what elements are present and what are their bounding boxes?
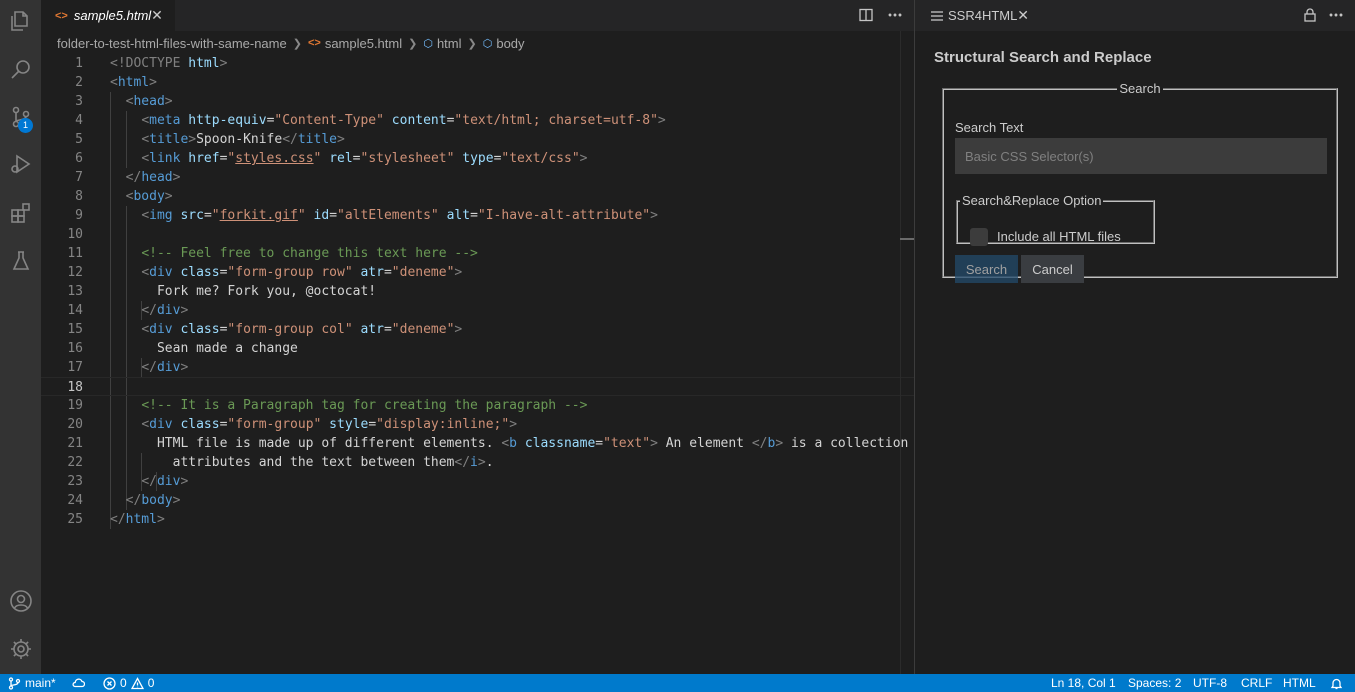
sync-status[interactable] bbox=[72, 674, 89, 692]
breadcrumb-separator-icon: ❯ bbox=[467, 37, 477, 50]
extensions-icon[interactable] bbox=[0, 192, 41, 233]
encoding-status[interactable]: UTF-8 bbox=[1193, 674, 1227, 692]
testing-flask-icon[interactable] bbox=[0, 240, 41, 281]
run-debug-icon[interactable] bbox=[0, 143, 41, 184]
breadcrumb-file-label: sample5.html bbox=[324, 35, 403, 51]
cursor-position[interactable]: Ln 18, Col 1 bbox=[1051, 674, 1116, 692]
code-line: 13 Fork me? Fork you, @octocat! bbox=[67, 284, 377, 299]
indentation-status[interactable]: Spaces: 2 bbox=[1128, 674, 1181, 692]
element-cube-icon: ⬡ bbox=[423, 37, 433, 50]
search-legend: Search bbox=[1119, 81, 1161, 96]
eol-status[interactable]: CRLF bbox=[1241, 674, 1272, 692]
notifications-bell-icon[interactable] bbox=[1330, 674, 1347, 692]
breadcrumb-body[interactable]: ⬡ body bbox=[483, 36, 525, 51]
error-icon bbox=[103, 676, 116, 690]
code-line: 10 bbox=[67, 227, 83, 242]
code-line: 14 </div> bbox=[67, 303, 189, 318]
panel-title: Structural Search and Replace bbox=[934, 49, 1152, 66]
activity-bar: 1 bbox=[0, 0, 41, 674]
code-line: 16 Sean made a change bbox=[67, 341, 298, 356]
search-input[interactable] bbox=[955, 138, 1327, 174]
code-line: 7 </head> bbox=[75, 170, 181, 185]
code-line: 21 HTML file is made up of different ele… bbox=[67, 436, 932, 451]
panel-tab-label: SSR4HTML bbox=[948, 8, 1018, 23]
code-line: 4 <meta http-equiv="Content-Type" conten… bbox=[75, 113, 666, 128]
breadcrumb-body-label: body bbox=[496, 35, 525, 51]
warning-count: 0 bbox=[147, 676, 155, 690]
code-line: 1 <!DOCTYPE html> bbox=[75, 56, 228, 71]
code-line: 24 </body> bbox=[67, 493, 181, 508]
code-line: 6 <link href="styles.css" rel="styleshee… bbox=[75, 151, 588, 166]
breadcrumb-folder[interactable]: folder-to-test-html-files-with-same-name bbox=[57, 36, 287, 51]
close-tab-icon[interactable]: ✕ bbox=[149, 7, 165, 23]
include-all-html-label: Include all HTML files bbox=[997, 229, 1121, 244]
split-editor-icon[interactable] bbox=[857, 6, 875, 24]
editor-tab-bar: <> sample5.html ✕ bbox=[41, 0, 914, 31]
search-button[interactable]: Search bbox=[955, 255, 1018, 283]
tab-label: sample5.html bbox=[73, 8, 152, 23]
code-line: 20 <div class="form-group" style="displa… bbox=[67, 417, 518, 432]
ssr-panel: SSR4HTML ✕ Structural Search and Replace… bbox=[914, 0, 1355, 674]
code-line: 19 <!-- It is a Paragraph tag for creati… bbox=[67, 398, 588, 413]
html-file-icon: <> bbox=[307, 37, 321, 49]
option-legend: Search&Replace Option bbox=[962, 193, 1102, 208]
html-file-icon: <> bbox=[55, 9, 68, 22]
search-text-label: Search Text bbox=[955, 120, 1024, 135]
code-line: 17 </div> bbox=[67, 360, 189, 375]
code-line: 23 </div> bbox=[67, 474, 189, 489]
branch-status[interactable]: main* bbox=[8, 674, 56, 692]
breadcrumb-html-label: html bbox=[436, 35, 462, 51]
code-line: 11 <!-- Feel free to change this text he… bbox=[67, 246, 478, 261]
problems-status[interactable]: 0 0 bbox=[103, 674, 154, 692]
code-line: 3 <head> bbox=[75, 94, 173, 109]
settings-gear-icon[interactable] bbox=[0, 628, 41, 669]
lock-icon[interactable] bbox=[1301, 6, 1319, 24]
code-line-current: 18 bbox=[41, 377, 914, 396]
panel-body: Structural Search and Replace Search Sea… bbox=[915, 31, 1355, 674]
tab-ssr4html[interactable]: SSR4HTML ✕ bbox=[915, 0, 1039, 31]
code-line: 15 <div class="form-group col" atr="dene… bbox=[67, 322, 463, 337]
tab-sample5-html[interactable]: <> sample5.html ✕ bbox=[41, 0, 175, 31]
more-actions-icon[interactable] bbox=[1327, 6, 1345, 24]
error-count: 0 bbox=[120, 676, 127, 690]
search-fieldset: Search Search Text Search&Replace Option… bbox=[942, 81, 1338, 283]
preview-icon bbox=[931, 10, 943, 21]
code-line: 9 <img src="forkit.gif" id="altElements"… bbox=[75, 208, 658, 223]
git-branch-icon bbox=[8, 676, 21, 690]
cursor-overview-marker bbox=[900, 238, 914, 240]
breadcrumb-separator-icon: ❯ bbox=[408, 37, 418, 50]
breadcrumb-separator-icon: ❯ bbox=[292, 37, 302, 50]
editor-scrollbar[interactable] bbox=[900, 31, 914, 674]
language-mode[interactable]: HTML bbox=[1283, 674, 1316, 692]
branch-label: main* bbox=[25, 676, 56, 690]
search-icon[interactable] bbox=[0, 48, 41, 89]
code-line: 22 attributes and the text between them<… bbox=[67, 455, 494, 470]
search-replace-option-fieldset: Search&Replace Option Include all HTML f… bbox=[956, 193, 1155, 246]
include-all-html-checkbox[interactable] bbox=[970, 228, 988, 246]
status-bar: main* 0 0 Ln 18, Col 1 Spaces: 2 UTF-8 C… bbox=[0, 674, 1355, 692]
panel-tab-bar: SSR4HTML ✕ bbox=[915, 0, 1355, 31]
sync-cloud-icon bbox=[72, 678, 85, 687]
cancel-button[interactable]: Cancel bbox=[1021, 255, 1084, 283]
code-line: 2 <html> bbox=[75, 75, 157, 90]
source-control-icon[interactable]: 1 bbox=[0, 96, 41, 137]
account-icon[interactable] bbox=[0, 580, 41, 621]
warning-icon bbox=[130, 676, 144, 689]
scm-badge: 1 bbox=[18, 118, 33, 133]
breadcrumb: folder-to-test-html-files-with-same-name… bbox=[57, 34, 525, 52]
code-line: 12 <div class="form-group row" atr="dene… bbox=[67, 265, 463, 280]
code-line: 5 <title>Spoon-Knife</title> bbox=[75, 132, 345, 147]
editor-group: <> sample5.html ✕ folder-to-test-html-fi… bbox=[41, 0, 932, 674]
element-cube-icon: ⬡ bbox=[482, 37, 493, 50]
breadcrumb-html[interactable]: ⬡ html bbox=[423, 36, 461, 51]
code-editor[interactable]: 1 <!DOCTYPE html> 2 <html> 3 <head> 4 <met… bbox=[41, 54, 932, 529]
explorer-icon[interactable] bbox=[0, 0, 41, 41]
more-actions-icon[interactable] bbox=[886, 6, 904, 24]
code-line: 25 </html> bbox=[67, 512, 165, 527]
breadcrumb-file[interactable]: <> sample5.html bbox=[308, 36, 402, 51]
code-line: 8 <body> bbox=[75, 189, 173, 204]
close-tab-icon[interactable]: ✕ bbox=[1017, 7, 1029, 23]
